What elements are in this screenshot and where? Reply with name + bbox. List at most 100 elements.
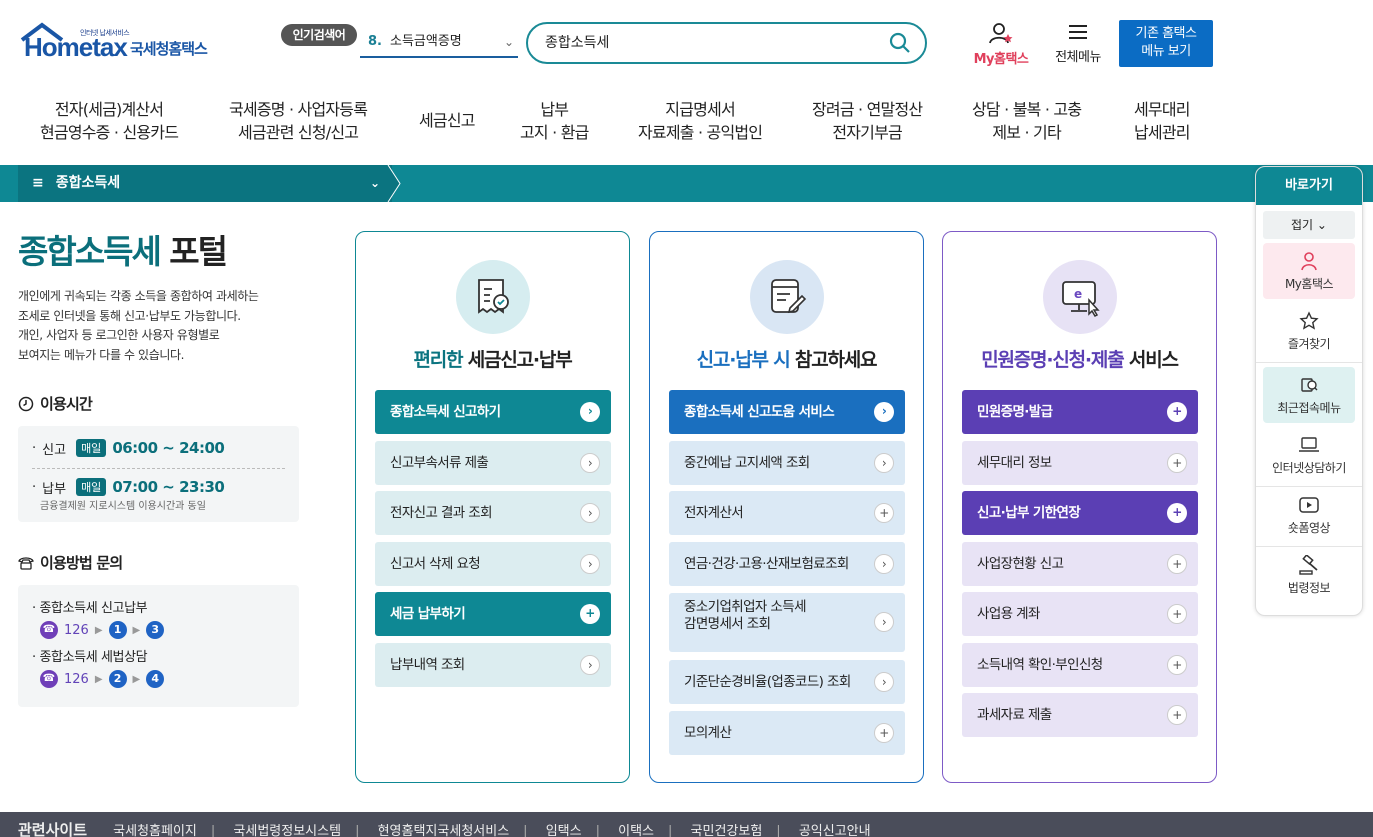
business-status-report-button[interactable]: 사업장현황 신고 + xyxy=(962,542,1198,586)
card-title: 편리한 세금신고·납부 xyxy=(356,345,629,372)
old-hometax-line2: 메뉴 보기 xyxy=(1141,44,1191,59)
button-label: 신고서 삭제 요청 xyxy=(390,556,481,572)
gnb-item-tax-return[interactable]: 세금신고 xyxy=(419,109,475,132)
fold-button[interactable]: 접기 ⌄ xyxy=(1263,211,1355,239)
button-label: 종합소득세 신고도움 서비스 xyxy=(684,404,835,420)
gnb-line2: 제보 · 기타 xyxy=(992,123,1061,142)
button-label: 소득내역 확인·부인신청 xyxy=(977,657,1103,673)
related-sites-footer: 관련사이트 국세청홈페이지 | 국세법령정보시스템 | 현영홈택지국세청서비스 | 임… xyxy=(0,812,1373,837)
breadcrumb-current-select[interactable]: ≡ 종합소득세 ⌄ xyxy=(18,165,392,202)
all-menu-button[interactable]: 전체메뉴 xyxy=(1048,22,1108,66)
old-hometax-button[interactable]: 기존 홈택스 메뉴 보기 xyxy=(1119,20,1213,67)
document-edit-icon xyxy=(750,260,824,334)
file-income-tax-button[interactable]: 종합소득세 신고하기 › xyxy=(375,390,611,434)
quick-my-hometax[interactable]: My홈택스 xyxy=(1263,243,1355,299)
gnb-item-etax[interactable]: 전자(세금)계산서 현금영수증 · 신용카드 xyxy=(40,98,179,144)
gnb-line1: 세무대리 xyxy=(1134,100,1190,119)
e-filing-result-button[interactable]: 전자신고 결과 조회 › xyxy=(375,491,611,535)
gnb-item-agent[interactable]: 세무대리납세관리 xyxy=(1134,98,1190,144)
delete-return-request-button[interactable]: 신고서 삭제 요청 › xyxy=(375,542,611,586)
quick-short-video[interactable]: 숏폼영상 xyxy=(1256,487,1362,547)
footer-link[interactable]: 국민건강보험 xyxy=(691,824,763,837)
phone-icon: ☎ xyxy=(40,621,58,639)
footer-link[interactable]: 현영홈택지국세청서비스 xyxy=(378,824,510,837)
daily-tag: 매일 xyxy=(76,478,107,496)
quick-link-label: 최근접속메뉴 xyxy=(1277,401,1341,415)
submit-attachment-button[interactable]: 신고부속서류 제출 › xyxy=(375,441,611,485)
payment-history-button[interactable]: 납부내역 조회 › xyxy=(375,643,611,687)
menu-number: 2 xyxy=(108,670,127,688)
chevron-down-icon: ⌄ xyxy=(369,176,380,190)
footer-link[interactable]: 임택스 xyxy=(546,824,582,837)
footer-link[interactable]: 공익신고안내 xyxy=(799,824,871,837)
deadline-extension-button[interactable]: 신고·납부 기한연장 + xyxy=(962,491,1198,535)
plus-icon: + xyxy=(1167,554,1187,574)
old-hometax-line1: 기존 홈택스 xyxy=(1135,26,1197,41)
gnb-line2: 납세관리 xyxy=(1134,123,1190,142)
button-label: 납부내역 조회 xyxy=(390,657,465,673)
contact-phone-line: ☎ 126 ▶ 2 ▶ 4 xyxy=(40,670,285,688)
sme-employee-reduction-button[interactable]: 중소기업취업자 소득세 감면명세서 조회 › xyxy=(669,593,905,652)
contact-item-label: 종합소득세 세법상담 xyxy=(39,650,148,665)
button-label: 세무대리 정보 xyxy=(977,455,1052,471)
gnb-item-certificate[interactable]: 국세증명 · 사업자등록 세금관련 신청/신고 xyxy=(229,98,368,144)
pay-tax-button[interactable]: 세금 납부하기 + xyxy=(375,592,611,636)
chevron-right-icon: › xyxy=(874,612,894,632)
contact-phone-line: ☎ 126 ▶ 1 ▶ 3 xyxy=(40,621,285,639)
chevron-right-icon: › xyxy=(580,402,600,422)
fold-label: 접기 xyxy=(1291,218,1314,232)
phone-number: 126 xyxy=(64,622,89,638)
phone-icon: ☎ xyxy=(40,670,58,688)
gnb-item-incentive[interactable]: 장려금 · 연말정산 전자기부금 xyxy=(812,98,923,144)
quick-legal-info[interactable]: 법령정보 xyxy=(1256,547,1362,607)
plus-icon: + xyxy=(580,604,600,624)
laptop-icon xyxy=(1299,437,1319,452)
gnb-item-consult[interactable]: 상담 · 불복 · 고충제보 · 기타 xyxy=(972,98,1082,144)
time-row: · 신고 매일 06:00 ~ 24:00 xyxy=(32,439,225,458)
search-icon[interactable] xyxy=(889,32,911,54)
card-title: 민원증명·신청·제출 서비스 xyxy=(943,345,1216,372)
popular-search-badge: 인기검색어 xyxy=(281,24,357,46)
civil-certificate-button[interactable]: 민원증명·발급 + xyxy=(962,390,1198,434)
button-label: 전자신고 결과 조회 xyxy=(390,505,493,521)
quick-online-consult[interactable]: 인터넷상담하기 xyxy=(1256,427,1362,487)
button-label: 세금 납부하기 xyxy=(390,606,466,622)
income-confirmation-button[interactable]: 소득내역 확인·부인신청 + xyxy=(962,643,1198,687)
usage-time-label: 이용시간 xyxy=(40,395,93,413)
quick-link-label: 인터넷상담하기 xyxy=(1272,461,1346,475)
receipt-search-icon xyxy=(456,260,530,334)
tax-agent-info-button[interactable]: 세무대리 정보 + xyxy=(962,441,1198,485)
plus-icon: + xyxy=(1167,655,1187,675)
hometax-logo[interactable]: 인터넷 납세서비스 Hometax 국세청홈택스 xyxy=(18,20,228,68)
button-label: 종합소득세 신고하기 xyxy=(390,404,501,420)
footer-link[interactable]: 국세법령정보시스템 xyxy=(233,824,341,837)
mock-calculation-button[interactable]: 모의계산 + xyxy=(669,711,905,755)
card-title: 신고·납부 시 참고하세요 xyxy=(650,345,923,372)
time-label: 납부 xyxy=(42,481,67,497)
gnb-line1: 상담 · 불복 · 고충 xyxy=(972,100,1082,119)
plus-icon: + xyxy=(1167,705,1187,725)
portal-description: 개인에게 귀속되는 각종 소득을 종합하여 과세하는 조세로 인터넷을 통해 신… xyxy=(18,287,303,365)
footer-link[interactable]: 국세청홈페이지 xyxy=(113,824,197,837)
quick-favorites[interactable]: 즐겨찾기 xyxy=(1256,303,1362,363)
business-account-button[interactable]: 사업용 계좌 + xyxy=(962,592,1198,636)
divider xyxy=(32,468,285,469)
tax-data-submit-button[interactable]: 과세자료 제출 + xyxy=(962,693,1198,737)
quick-recent-menu[interactable]: 최근접속메뉴 xyxy=(1263,367,1355,423)
search-value: 종합소득세 xyxy=(545,35,610,51)
all-menu-label: 전체메뉴 xyxy=(1055,50,1101,65)
search-input[interactable]: 종합소득세 xyxy=(526,22,927,64)
arrow-icon: ▶ xyxy=(132,673,141,685)
expense-rate-button[interactable]: 기준단순경비율(업종코드) 조회 › xyxy=(669,660,905,704)
e-invoice-button[interactable]: 전자계산서 + xyxy=(669,491,905,535)
popular-search-select[interactable]: 8. 소득금액증명 ⌄ xyxy=(360,30,518,58)
footer-link[interactable]: 이택스 xyxy=(618,824,654,837)
breadcrumb-bar: ≡ 종합소득세 ⌄ xyxy=(0,165,1373,202)
gnb-item-payment[interactable]: 납부 고지 · 환급 xyxy=(520,98,589,144)
filing-help-service-button[interactable]: 종합소득세 신고도움 서비스 › xyxy=(669,390,905,434)
gnb-item-payment-statement[interactable]: 지급명세서 자료제출 · 공익법인 xyxy=(638,98,763,144)
page-title-highlight: 종합소득세 xyxy=(18,232,162,271)
insurance-premium-button[interactable]: 연금·건강·고용·산재보험료조회 › xyxy=(669,542,905,586)
interim-prepayment-button[interactable]: 중간예납 고지세액 조회 › xyxy=(669,441,905,485)
my-hometax-button[interactable]: My홈택스 xyxy=(968,22,1034,67)
